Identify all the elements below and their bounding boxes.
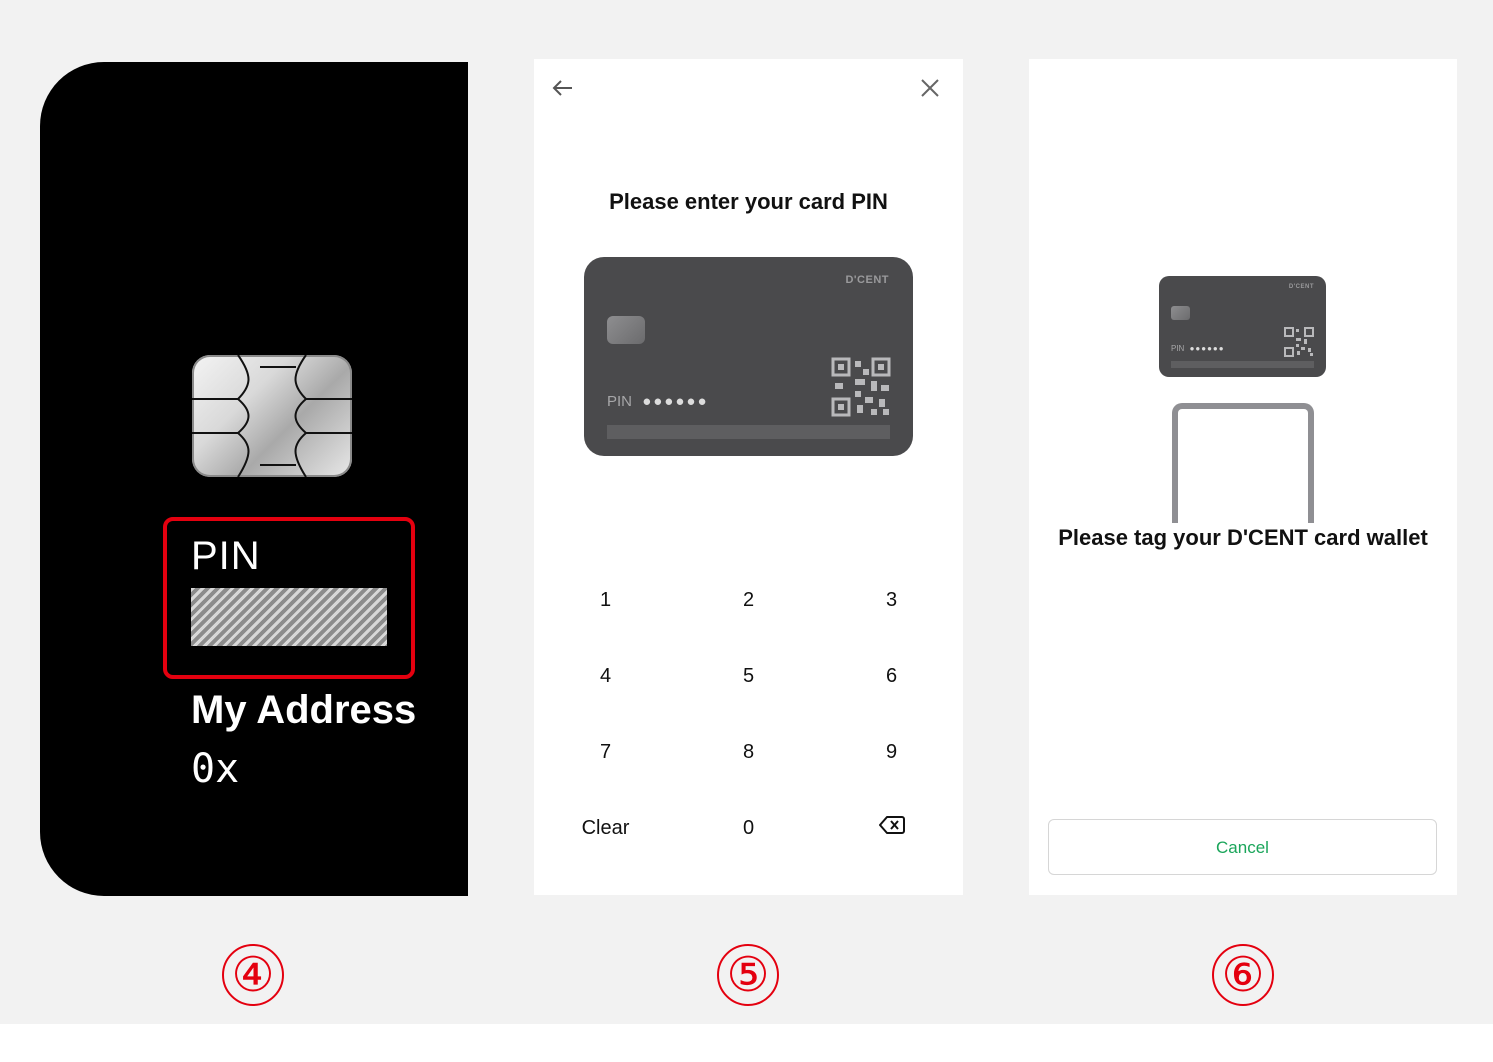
card-stripe-small: [1171, 361, 1314, 368]
key-5[interactable]: 5: [677, 653, 820, 729]
key-2[interactable]: 2: [677, 577, 820, 653]
card-chip-icon: [607, 316, 645, 344]
chip-icon: [192, 354, 352, 478]
card-pin-dots: ●●●●●●: [642, 393, 709, 410]
address-label: My Address: [191, 688, 417, 732]
card-pin-row: PIN ●●●●●●: [607, 393, 709, 410]
key-4[interactable]: 4: [534, 653, 677, 729]
page-title: Please enter your card PIN: [609, 189, 888, 214]
card-pin-label: PIN: [607, 393, 633, 410]
page-title: Please tag your D'CENT card wallet: [1058, 525, 1428, 550]
key-6[interactable]: 6: [820, 653, 963, 729]
qr-code-icon-small: [1284, 327, 1314, 362]
clear-button[interactable]: Clear: [534, 805, 677, 881]
card-illustration: D'CENT PIN ●●●●●●: [584, 257, 913, 456]
key-7[interactable]: 7: [534, 729, 677, 805]
card-pin-row-small: PIN ●●●●●●: [1171, 344, 1225, 353]
backspace-icon: [878, 806, 905, 852]
back-arrow-icon[interactable]: [550, 75, 576, 101]
pin-label: PIN: [191, 534, 261, 578]
step-number-5: ⑤: [717, 944, 779, 1006]
tag-card-screen: D'CENT PIN ●●●●●● Please tag your D'CENT…: [1029, 59, 1457, 895]
step-number-6: ⑥: [1212, 944, 1274, 1006]
qr-code-icon: [831, 357, 891, 422]
brand-logo-small: D'CENT: [1288, 284, 1314, 290]
card-pin-dots-small: ●●●●●●: [1189, 344, 1225, 353]
key-3[interactable]: 3: [820, 577, 963, 653]
phone-outline-icon: [1172, 403, 1314, 523]
address-value: 0x: [191, 746, 240, 792]
card-illustration-small: D'CENT PIN ●●●●●●: [1159, 276, 1326, 377]
backspace-button[interactable]: [820, 805, 963, 881]
step-number-4: ④: [222, 944, 284, 1006]
key-1[interactable]: 1: [534, 577, 677, 653]
card-stripe: [607, 425, 890, 439]
card-pin-label-small: PIN: [1171, 344, 1185, 353]
brand-logo: D'CENT: [845, 274, 889, 286]
pin-scratch-area: [191, 588, 387, 646]
pin-entry-screen: Please enter your card PIN D'CENT PIN ●●…: [534, 59, 963, 895]
key-8[interactable]: 8: [677, 729, 820, 805]
close-icon[interactable]: [917, 75, 943, 101]
key-0[interactable]: 0: [677, 805, 820, 881]
card-chip-icon-small: [1171, 306, 1190, 320]
key-9[interactable]: 9: [820, 729, 963, 805]
cancel-button[interactable]: Cancel: [1048, 819, 1437, 875]
card-closeup: PIN My Address 0x: [40, 62, 468, 896]
